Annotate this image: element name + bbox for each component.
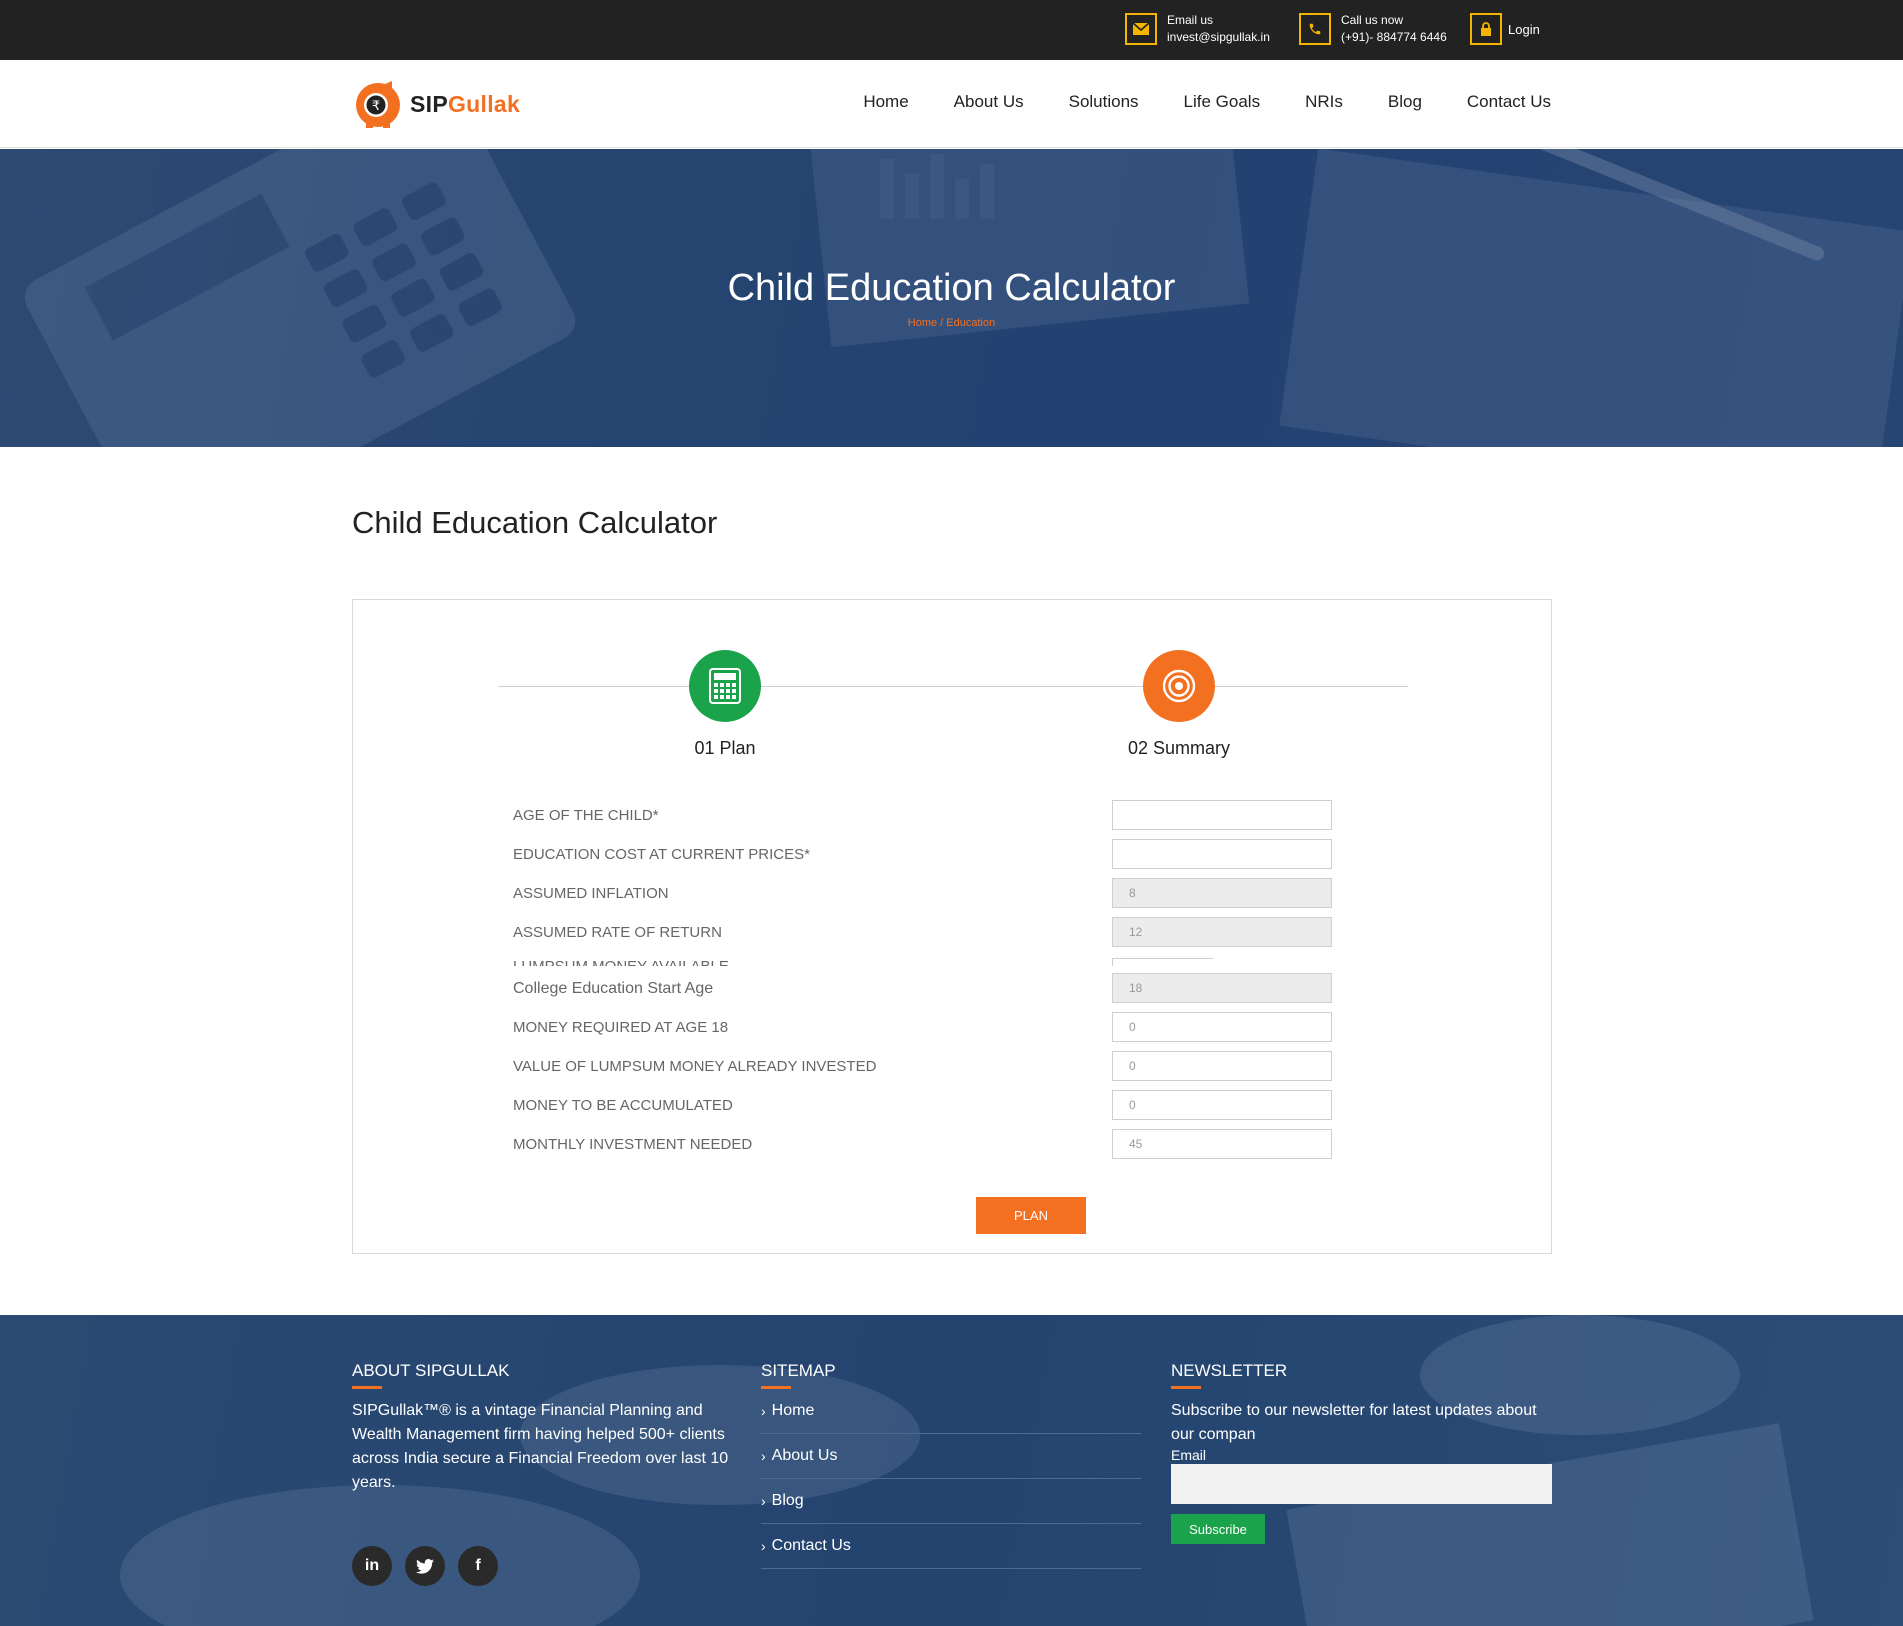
email-value[interactable]: invest@sipgullak.in <box>1167 29 1270 46</box>
breadcrumb-home[interactable]: Home <box>908 317 937 329</box>
chevron-right-icon: › <box>761 1493 766 1509</box>
sitemap-about-us[interactable]: › About Us <box>761 1434 1141 1479</box>
step-summary-label: 02 Summary <box>1127 738 1231 758</box>
field-age-of-child: AGE OF THE CHILD* <box>513 800 1332 830</box>
plan-button[interactable]: PLAN <box>976 1197 1086 1234</box>
linkedin-icon[interactable]: in <box>352 1546 392 1586</box>
phone-contact[interactable]: Call us now (+91)- 884774 6446 <box>1299 12 1447 46</box>
sitemap-home[interactable]: › Home <box>761 1389 1141 1434</box>
education-cost-input[interactable] <box>1112 839 1332 869</box>
step-plan-label: 01 Plan <box>694 738 756 758</box>
field-education-cost: EDUCATION COST AT CURRENT PRICES* <box>513 839 1332 869</box>
lumpsum-value-output <box>1112 1051 1332 1081</box>
chevron-right-icon: › <box>761 1538 766 1554</box>
nav-home[interactable]: Home <box>863 92 908 112</box>
field-money-required: MONEY REQUIRED AT AGE 18 <box>513 1012 1332 1042</box>
main-header: ₹ SIPGullak Home About Us Solutions Life… <box>0 60 1903 148</box>
nav-about-us[interactable]: About Us <box>954 92 1024 112</box>
college-start-age-input <box>1112 973 1332 1003</box>
assumed-inflation-input <box>1112 878 1332 908</box>
subscribe-button[interactable]: Subscribe <box>1171 1514 1265 1544</box>
twitter-icon[interactable] <box>405 1546 445 1586</box>
hero-banner: Child Education Calculator Home / Educat… <box>0 149 1903 447</box>
email-contact[interactable]: Email us invest@sipgullak.in <box>1125 12 1270 46</box>
lumpsum-available-input[interactable] <box>1112 958 1213 966</box>
footer: ABOUT SIPGULLAK SIPGullak™® is a vintage… <box>0 1315 1903 1626</box>
newsletter-email-label: Email <box>1171 1447 1207 1463</box>
logo-text: SIPGullak <box>410 90 521 117</box>
hero-title: Child Education Calculator <box>727 267 1176 309</box>
svg-text:₹: ₹ <box>372 99 380 114</box>
money-required-output <box>1112 1012 1332 1042</box>
step-connector-line <box>498 686 1408 687</box>
call-label: Call us now <box>1341 13 1404 27</box>
calculator-icon <box>709 668 741 704</box>
chevron-right-icon: › <box>761 1403 766 1419</box>
nav-contact-us[interactable]: Contact Us <box>1467 92 1551 112</box>
footer-sitemap: SITEMAP › Home › About Us › Blog › Contact U… <box>761 1361 1141 1569</box>
footer-about: ABOUT SIPGULLAK SIPGullak™® is a vintage… <box>352 1361 732 1495</box>
facebook-icon[interactable]: f <box>458 1546 498 1586</box>
money-to-accumulate-output <box>1112 1090 1332 1120</box>
field-lumpsum-value: VALUE OF LUMPSUM MONEY ALREADY INVESTED <box>513 1051 1332 1081</box>
envelope-icon <box>1125 13 1157 45</box>
sitemap-heading: SITEMAP <box>761 1361 836 1380</box>
sitemap-blog[interactable]: › Blog <box>761 1479 1141 1524</box>
chevron-right-icon: › <box>761 1448 766 1464</box>
sitemap-contact-us[interactable]: › Contact Us <box>761 1524 1141 1569</box>
login-link[interactable]: Login <box>1470 12 1540 46</box>
breadcrumb-separator: / <box>940 317 944 329</box>
assumed-return-input <box>1112 917 1332 947</box>
field-lumpsum-available: LUMPSUM MONEY AVAILABLE <box>513 956 1213 966</box>
nav-life-goals[interactable]: Life Goals <box>1184 92 1261 112</box>
page-title: Child Education Calculator <box>352 505 718 540</box>
target-icon <box>1162 669 1196 703</box>
newsletter-email-input[interactable] <box>1171 1464 1552 1504</box>
field-money-to-accumulate: MONEY TO BE ACCUMULATED <box>513 1090 1332 1120</box>
field-college-start-age: College Education Start Age <box>513 973 1332 1003</box>
field-assumed-return: ASSUMED RATE OF RETURN <box>513 917 1332 947</box>
newsletter-heading: NEWSLETTER <box>1171 1361 1288 1380</box>
breadcrumb-current: Education <box>946 317 996 329</box>
lock-icon <box>1470 13 1502 45</box>
age-of-child-input[interactable] <box>1112 800 1332 830</box>
top-bar: Email us invest@sipgullak.in Call us now… <box>0 0 1903 60</box>
step-summary[interactable] <box>1143 650 1215 722</box>
logo[interactable]: ₹ SIPGullak <box>352 78 520 130</box>
phone-icon <box>1299 13 1331 45</box>
newsletter-text: Subscribe to our newsletter for latest u… <box>1171 1402 1537 1443</box>
footer-newsletter: NEWSLETTER Subscribe to our newsletter f… <box>1171 1361 1552 1544</box>
nav-blog[interactable]: Blog <box>1388 92 1422 112</box>
field-assumed-inflation: ASSUMED INFLATION <box>513 878 1332 908</box>
main-nav: Home About Us Solutions Life Goals NRIs … <box>818 92 1551 112</box>
about-text: SIPGullak™® is a vintage Financial Plann… <box>352 1402 729 1491</box>
step-plan[interactable] <box>689 650 761 722</box>
nav-nris[interactable]: NRIs <box>1305 92 1343 112</box>
field-monthly-investment: MONTHLY INVESTMENT NEEDED <box>513 1129 1332 1159</box>
monthly-investment-output <box>1112 1129 1332 1159</box>
about-heading: ABOUT SIPGULLAK <box>352 1361 510 1380</box>
social-links: in f <box>352 1546 511 1586</box>
calculator-card: 01 Plan 02 Summary AGE OF THE CHILD* EDU… <box>352 599 1552 1254</box>
piggy-bank-logo-icon: ₹ <box>352 78 404 130</box>
login-label[interactable]: Login <box>1508 22 1540 37</box>
breadcrumb: Home / Education <box>0 317 1903 329</box>
call-value[interactable]: (+91)- 884774 6446 <box>1341 29 1447 46</box>
nav-solutions[interactable]: Solutions <box>1069 92 1139 112</box>
email-label: Email us <box>1167 13 1214 27</box>
